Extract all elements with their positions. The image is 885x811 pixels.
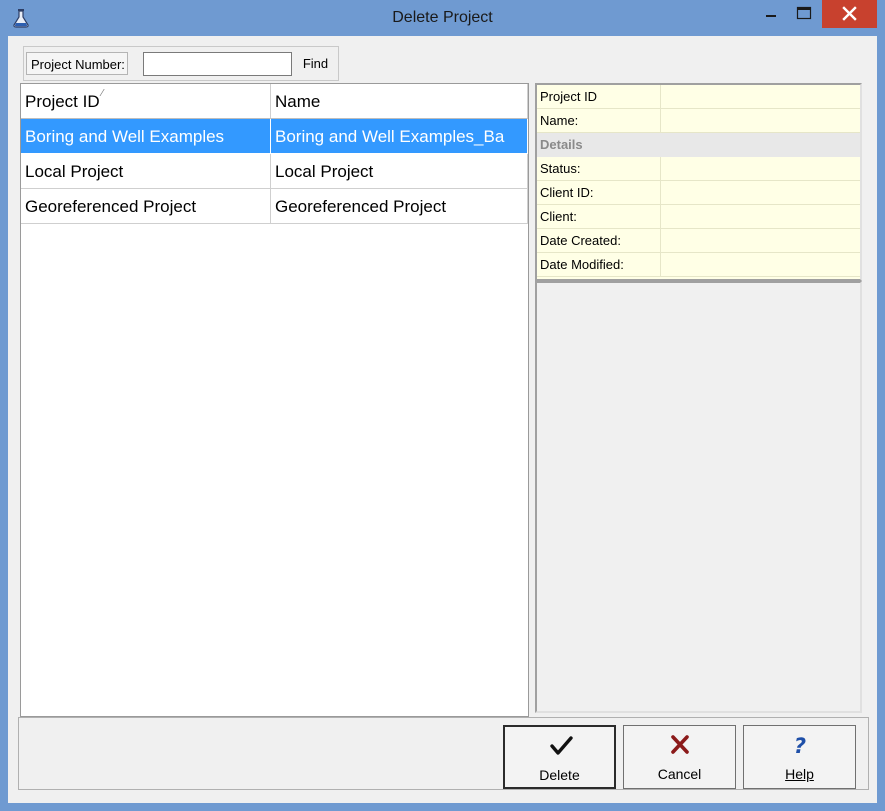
cell-project-id[interactable]: Georeferenced Project — [21, 189, 271, 224]
property-row-project-id[interactable]: Project ID — [537, 85, 860, 109]
project-number-label: Project Number: — [26, 52, 128, 75]
property-row-client-id[interactable]: Client ID: — [537, 181, 860, 205]
project-number-input[interactable] — [143, 52, 292, 76]
dialog-body: Project Number: Find Project ID ⁄ Name Bo… — [8, 36, 877, 803]
property-value[interactable] — [661, 85, 860, 108]
property-label: Date Modified: — [537, 253, 661, 276]
grid-header-row: Project ID ⁄ Name — [21, 84, 528, 119]
property-value[interactable] — [661, 205, 860, 228]
table-row[interactable]: Georeferenced Project Georeferenced Proj… — [21, 189, 528, 224]
question-mark-icon: ? — [744, 734, 855, 758]
property-label: Client ID: — [537, 181, 661, 204]
delete-button[interactable]: Delete — [503, 725, 616, 789]
window-title: Delete Project — [392, 9, 493, 26]
property-row-name[interactable]: Name: — [537, 109, 860, 133]
cell-name[interactable]: Local Project — [271, 154, 528, 189]
column-header-name[interactable]: Name — [271, 84, 528, 119]
column-header-project-id[interactable]: Project ID ⁄ — [21, 84, 271, 119]
property-row-status[interactable]: Status: — [537, 157, 860, 181]
property-label: Name: — [537, 109, 661, 132]
cancel-button-label: Cancel — [657, 766, 702, 782]
property-row-date-modified[interactable]: Date Modified: — [537, 253, 860, 277]
checkmark-icon — [505, 735, 614, 757]
button-bar: Delete Cancel ? Help — [18, 717, 869, 790]
maximize-icon — [796, 6, 812, 20]
delete-project-window: Delete Project Project Number: Find Proj… — [0, 0, 885, 811]
property-label: Project ID — [537, 85, 661, 108]
property-value[interactable] — [661, 253, 860, 276]
help-button[interactable]: ? Help — [743, 725, 856, 789]
find-button[interactable]: Find — [294, 52, 337, 76]
project-properties-panel: Project ID Name: Details Status: Client … — [535, 83, 862, 281]
property-row-date-created[interactable]: Date Created: — [537, 229, 860, 253]
property-category-details[interactable]: Details — [537, 133, 860, 157]
x-icon — [624, 734, 735, 756]
search-toolbar: Project Number: Find — [23, 46, 339, 81]
delete-button-label: Delete — [539, 767, 580, 783]
svg-text:?: ? — [794, 734, 806, 756]
table-row[interactable]: Local Project Local Project — [21, 154, 528, 189]
property-label: Date Created: — [537, 229, 661, 252]
sort-indicator-icon: ⁄ — [101, 88, 104, 99]
projects-grid[interactable]: Project ID ⁄ Name Boring and Well Example… — [20, 83, 529, 717]
cancel-button[interactable]: Cancel — [623, 725, 736, 789]
minimize-icon — [766, 15, 776, 17]
property-label: Client: — [537, 205, 661, 228]
close-button[interactable] — [822, 0, 877, 28]
property-value[interactable] — [661, 181, 860, 204]
title-bar[interactable]: Delete Project — [0, 0, 885, 36]
minimize-button[interactable] — [756, 0, 786, 28]
maximize-button[interactable] — [789, 0, 819, 28]
property-description-panel — [535, 281, 862, 713]
cell-project-id[interactable]: Boring and Well Examples — [21, 119, 271, 154]
close-icon — [842, 6, 857, 21]
column-header-project-id-label: Project ID — [25, 92, 100, 111]
property-row-client[interactable]: Client: — [537, 205, 860, 229]
cell-name[interactable]: Georeferenced Project — [271, 189, 528, 224]
cell-project-id[interactable]: Local Project — [21, 154, 271, 189]
table-row[interactable]: Boring and Well Examples Boring and Well… — [21, 119, 528, 154]
cell-name[interactable]: Boring and Well Examples_Ba — [271, 119, 528, 154]
help-button-label: Help — [785, 766, 814, 782]
property-label: Status: — [537, 157, 661, 180]
property-value[interactable] — [661, 157, 860, 180]
property-value[interactable] — [661, 109, 860, 132]
property-value[interactable] — [661, 229, 860, 252]
